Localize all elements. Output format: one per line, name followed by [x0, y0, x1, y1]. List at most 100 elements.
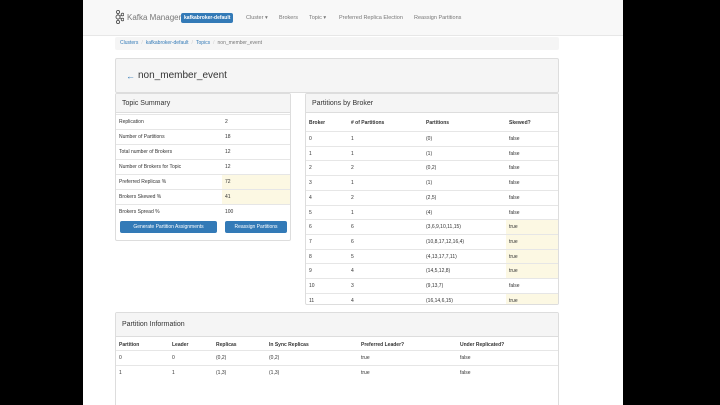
summary-label: Replication [119, 119, 144, 125]
nav-preferred-replica-election[interactable]: Preferred Replica Election [339, 13, 403, 23]
partition-count: 1 [351, 136, 354, 142]
summary-value: 100 [225, 209, 234, 215]
summary-label: Brokers Skewed % [119, 194, 162, 200]
nav-reassign-partitions[interactable]: Reassign Partitions [414, 13, 461, 23]
broker-id: 2 [309, 165, 312, 172]
table-row: 6 6 (3,6,9,10,11,15) true [306, 219, 558, 235]
in-sync-replicas: (0,2) [269, 355, 280, 361]
nav-topic-label: Topic [309, 15, 322, 21]
broker-id: 7 [309, 238, 312, 245]
preferred-leader: true [361, 370, 370, 376]
column-header: # of Partitions [351, 120, 385, 126]
partition-list: (2,5) [426, 194, 437, 201]
generate-partition-assignments-button[interactable]: Generate Partition Assignments [120, 221, 217, 233]
summary-row-replication: Replication 2 [116, 114, 290, 129]
preferred-leader: true [361, 355, 370, 361]
breadcrumb: Clusters / kafkabroker-default / Topics / non_… [115, 37, 559, 50]
table-row: 0 1 (0) false [306, 131, 558, 146]
partition-count: 1 [351, 209, 354, 216]
partition-information-panel: Partition Information Partition Leader R… [115, 312, 559, 405]
table-row: 9 4 (14,5,12,8) true [306, 263, 558, 279]
partition-list: (4,13,17,7,11) [426, 253, 457, 260]
nav-topic-dropdown[interactable]: Topic ▾ [309, 13, 326, 23]
topic-header: ← non_member_event [115, 58, 559, 93]
broker-id: 0 [309, 136, 312, 142]
summary-label: Number of Brokers for Topic [119, 164, 182, 170]
breadcrumb-separator: / [141, 40, 143, 46]
partition-list: (14,5,12,8) [426, 268, 451, 275]
skewed-value: false [509, 180, 520, 187]
nav-cluster-dropdown[interactable]: Cluster ▾ [246, 13, 268, 23]
topic-summary-panel: Topic Summary Replication 2 Number of Par… [115, 93, 291, 241]
leader-id: 0 [172, 355, 175, 361]
breadcrumb-topics[interactable]: Topics [196, 40, 210, 46]
partition-count: 1 [351, 150, 354, 157]
skewed-value: false [509, 209, 520, 216]
reassign-partitions-button[interactable]: Reassign Partitions [225, 221, 287, 233]
partitions-by-broker-heading: Partitions by Broker [306, 94, 558, 113]
table-row: 2 2 (0,2) false [306, 160, 558, 175]
partition-list: (4) [426, 209, 433, 216]
arrow-left-icon[interactable]: ← [126, 70, 135, 82]
table-row: 7 6 (10,8,17,12,16,4) true [306, 233, 558, 249]
column-header: In Sync Replicas [269, 342, 309, 348]
summary-label: Total number of Brokers [119, 149, 173, 155]
summary-value: 12 [225, 164, 231, 170]
partition-count: 5 [351, 253, 354, 260]
in-sync-replicas: (1,3) [269, 370, 280, 376]
broker-id: 8 [309, 253, 312, 260]
summary-label: Number of Partitions [119, 134, 165, 140]
broker-id: 3 [309, 180, 312, 187]
skewed-value: true [506, 234, 558, 249]
under-replicated: false [460, 355, 471, 361]
partitions-by-broker-panel: Partitions by Broker Broker # of Partiti… [305, 93, 559, 305]
summary-row-preferred-replicas: Preferred Replicas % 72 [116, 174, 290, 189]
summary-value: 72 [222, 175, 290, 189]
skewed-value: true [506, 249, 558, 264]
partition-count: 2 [351, 194, 354, 201]
replicas: (1,3) [216, 370, 227, 376]
brand-title: Kafka Manager [127, 12, 182, 22]
skewed-value: true [506, 293, 558, 304]
table-row: 1 1 (1,3) (1,3) true false [116, 365, 558, 380]
skewed-value: false [509, 136, 520, 142]
replicas: (0,2) [216, 355, 227, 361]
column-header: Preferred Leader? [361, 342, 405, 348]
breadcrumb-cluster[interactable]: kafkabroker-default [146, 40, 189, 46]
table-row: 10 3 (9,13,7) false [306, 278, 558, 293]
partition-information-heading: Partition Information [116, 313, 558, 337]
breadcrumb-current-topic: non_member_event [217, 40, 262, 46]
partition-list: (1) [426, 180, 433, 187]
column-header: Leader [172, 342, 189, 348]
broker-id: 6 [309, 224, 312, 231]
page-title: non_member_event [138, 70, 227, 81]
skewed-value: false [509, 283, 520, 289]
column-header: Under Replicated? [460, 342, 505, 348]
breadcrumb-separator: / [213, 40, 215, 46]
broker-id: 9 [309, 268, 312, 275]
broker-id: 5 [309, 209, 312, 216]
partition-list: (16,14,6,15) [426, 297, 453, 304]
column-header: Broker [309, 120, 326, 126]
brand[interactable]: Kafka Manager [115, 10, 181, 24]
broker-id: 4 [309, 194, 312, 201]
column-header: Partition [119, 342, 140, 348]
breadcrumb-separator: / [191, 40, 193, 46]
broker-id: 1 [309, 150, 312, 157]
breadcrumb-clusters[interactable]: Clusters [120, 40, 138, 46]
partition-list: (3,6,9,10,11,15) [426, 224, 461, 231]
partition-count: 4 [351, 268, 354, 275]
summary-value: 41 [222, 190, 290, 204]
summary-label: Preferred Replicas % [119, 179, 167, 185]
table-row: 0 0 (0,2) (0,2) true false [116, 350, 558, 365]
partition-count: 6 [351, 238, 354, 245]
partition-id: 1 [119, 370, 122, 376]
partition-list: (0) [426, 136, 433, 142]
caret-down-icon: ▾ [321, 15, 327, 21]
nav-brokers[interactable]: Brokers [279, 13, 298, 23]
navbar: Kafka Manager kafkabroker-default Cluste… [83, 0, 623, 36]
summary-row-partitions: Number of Partitions 18 [116, 129, 290, 144]
partition-list: (9,13,7) [426, 283, 444, 289]
table-row: 1 1 (1) false [306, 145, 558, 161]
cluster-badge[interactable]: kafkabroker-default [181, 13, 234, 23]
